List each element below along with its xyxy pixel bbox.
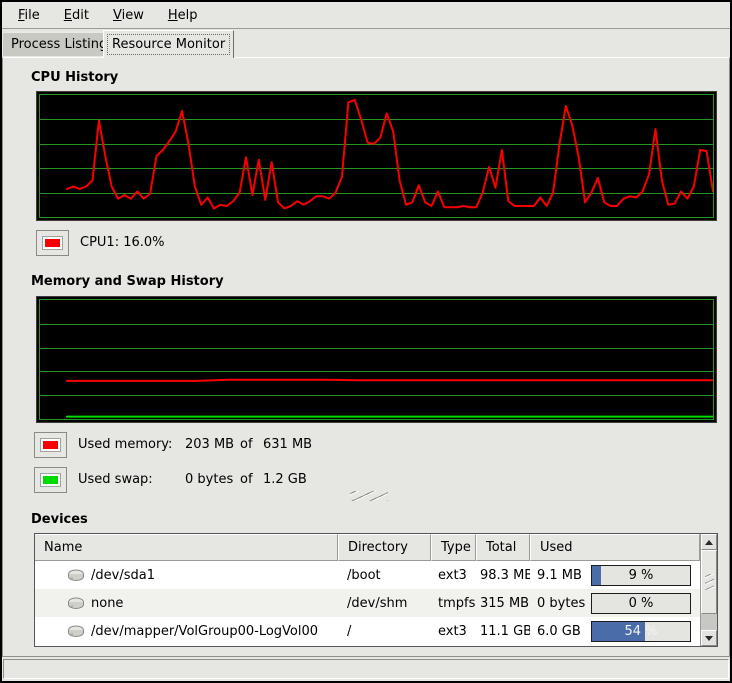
cpu-plot-area: [39, 94, 714, 218]
usage-progress-bar: 9 %: [591, 565, 691, 586]
scroll-up-button[interactable]: [701, 534, 717, 550]
memory-plot-area: [39, 299, 714, 420]
column-header-used[interactable]: Used: [530, 534, 700, 561]
device-total: 11.1 GB: [476, 624, 530, 639]
used-memory-line: [67, 380, 713, 381]
tab-focus-rect: [107, 34, 230, 55]
devices-table: Name Directory Type Total Used /dev/sd: [34, 533, 718, 647]
scrollbar-thumb[interactable]: [701, 550, 717, 614]
pane-resize-grip[interactable]: [350, 491, 388, 501]
menu-view[interactable]: View: [103, 5, 154, 26]
swap-color-button[interactable]: [34, 467, 67, 493]
memory-color-button[interactable]: [34, 432, 67, 458]
device-used: 6.0 GB: [530, 624, 581, 639]
progress-label: 0 %: [592, 594, 690, 613]
disk-icon: [67, 568, 85, 582]
memory-legend-label: Used memory:: [78, 437, 185, 452]
memory-swap-chart: [36, 296, 717, 423]
swap-color-swatch: [41, 474, 60, 486]
devices-table-header: Name Directory Type Total Used: [35, 534, 700, 561]
disk-icon: [67, 596, 85, 610]
device-type: tmpfs: [431, 596, 476, 611]
memory-total-value: 631 MB: [263, 437, 312, 452]
device-name: /dev/sda1: [91, 568, 155, 583]
cpu-history-title: CPU History: [31, 70, 118, 85]
cpu1-legend-label: CPU1: 16.0%: [80, 235, 165, 250]
device-name: /dev/mapper/VolGroup00-LogVol00: [91, 624, 318, 639]
memory-of-text: of: [240, 437, 263, 452]
disk-icon: [67, 624, 85, 638]
device-type: ext3: [431, 624, 476, 639]
cpu1-color-swatch: [43, 237, 62, 249]
device-directory: /: [338, 624, 431, 639]
device-used: 0 bytes: [530, 596, 585, 611]
device-total: 98.3 MB: [476, 568, 530, 583]
memory-legend-row: Used memory: 203 MB of 631 MB: [34, 431, 312, 458]
menu-help[interactable]: Help: [158, 5, 208, 26]
scrollbar-grip-icon: [705, 574, 714, 590]
vertical-scrollbar: [700, 534, 717, 646]
tab-label: Process Listing: [11, 37, 107, 52]
statusbar: [3, 659, 729, 679]
arrow-up-icon: [705, 540, 713, 545]
progress-label: 9 %: [592, 566, 690, 585]
device-type: ext3: [431, 568, 476, 583]
scroll-down-button[interactable]: [701, 630, 717, 646]
progress-label: 54 %: [592, 622, 690, 641]
table-row[interactable]: /dev/sda1 /boot ext3 98.3 MB 9.1 MB 9 %: [35, 561, 700, 589]
memory-used-value: 203 MB: [185, 437, 240, 452]
system-monitor-window: File Edit View Help Process Listing Reso…: [0, 0, 732, 683]
cpu1-line: [67, 100, 713, 209]
resource-monitor-page: CPU History CPU1: 16.0% Memory and Swap …: [2, 57, 730, 657]
device-total: 315 MB: [476, 596, 530, 611]
column-header-type[interactable]: Type: [431, 534, 476, 561]
swap-of-text: of: [240, 472, 263, 487]
swap-total-value: 1.2 GB: [263, 472, 307, 487]
arrow-down-icon: [705, 636, 713, 641]
column-header-directory[interactable]: Directory: [338, 534, 431, 561]
memory-color-swatch: [41, 439, 60, 451]
swap-used-value: 0 bytes: [185, 472, 240, 487]
cpu1-color-button[interactable]: [36, 230, 69, 256]
menu-file[interactable]: File: [8, 5, 50, 26]
device-directory: /dev/shm: [338, 596, 431, 611]
devices-table-main: Name Directory Type Total Used /dev/sd: [35, 534, 700, 646]
table-row[interactable]: /dev/mapper/VolGroup00-LogVol00 / ext3 1…: [35, 617, 700, 645]
menu-edit[interactable]: Edit: [54, 5, 99, 26]
tab-process-listing[interactable]: Process Listing: [2, 32, 116, 56]
memory-line-svg: [40, 300, 713, 419]
table-row[interactable]: none /dev/shm tmpfs 315 MB 0 bytes 0 %: [35, 589, 700, 617]
menubar: File Edit View Help: [2, 2, 730, 29]
device-used: 9.1 MB: [530, 568, 582, 583]
swap-legend-label: Used swap:: [78, 472, 185, 487]
cpu-line-svg: [40, 95, 713, 217]
tab-resource-monitor[interactable]: Resource Monitor: [103, 30, 234, 58]
scrollbar-trough[interactable]: [701, 614, 717, 630]
device-directory: /boot: [338, 568, 431, 583]
usage-progress-bar: 54 %: [591, 621, 691, 642]
devices-title: Devices: [31, 512, 88, 527]
cpu-history-chart: [36, 91, 717, 221]
swap-legend-row: Used swap: 0 bytes of 1.2 GB: [34, 466, 307, 493]
cpu-legend: CPU1: 16.0%: [36, 229, 165, 256]
device-name: none: [91, 596, 123, 611]
column-header-name[interactable]: Name: [35, 534, 338, 561]
memory-swap-title: Memory and Swap History: [31, 274, 224, 289]
usage-progress-bar: 0 %: [591, 593, 691, 614]
column-header-total[interactable]: Total: [476, 534, 530, 561]
